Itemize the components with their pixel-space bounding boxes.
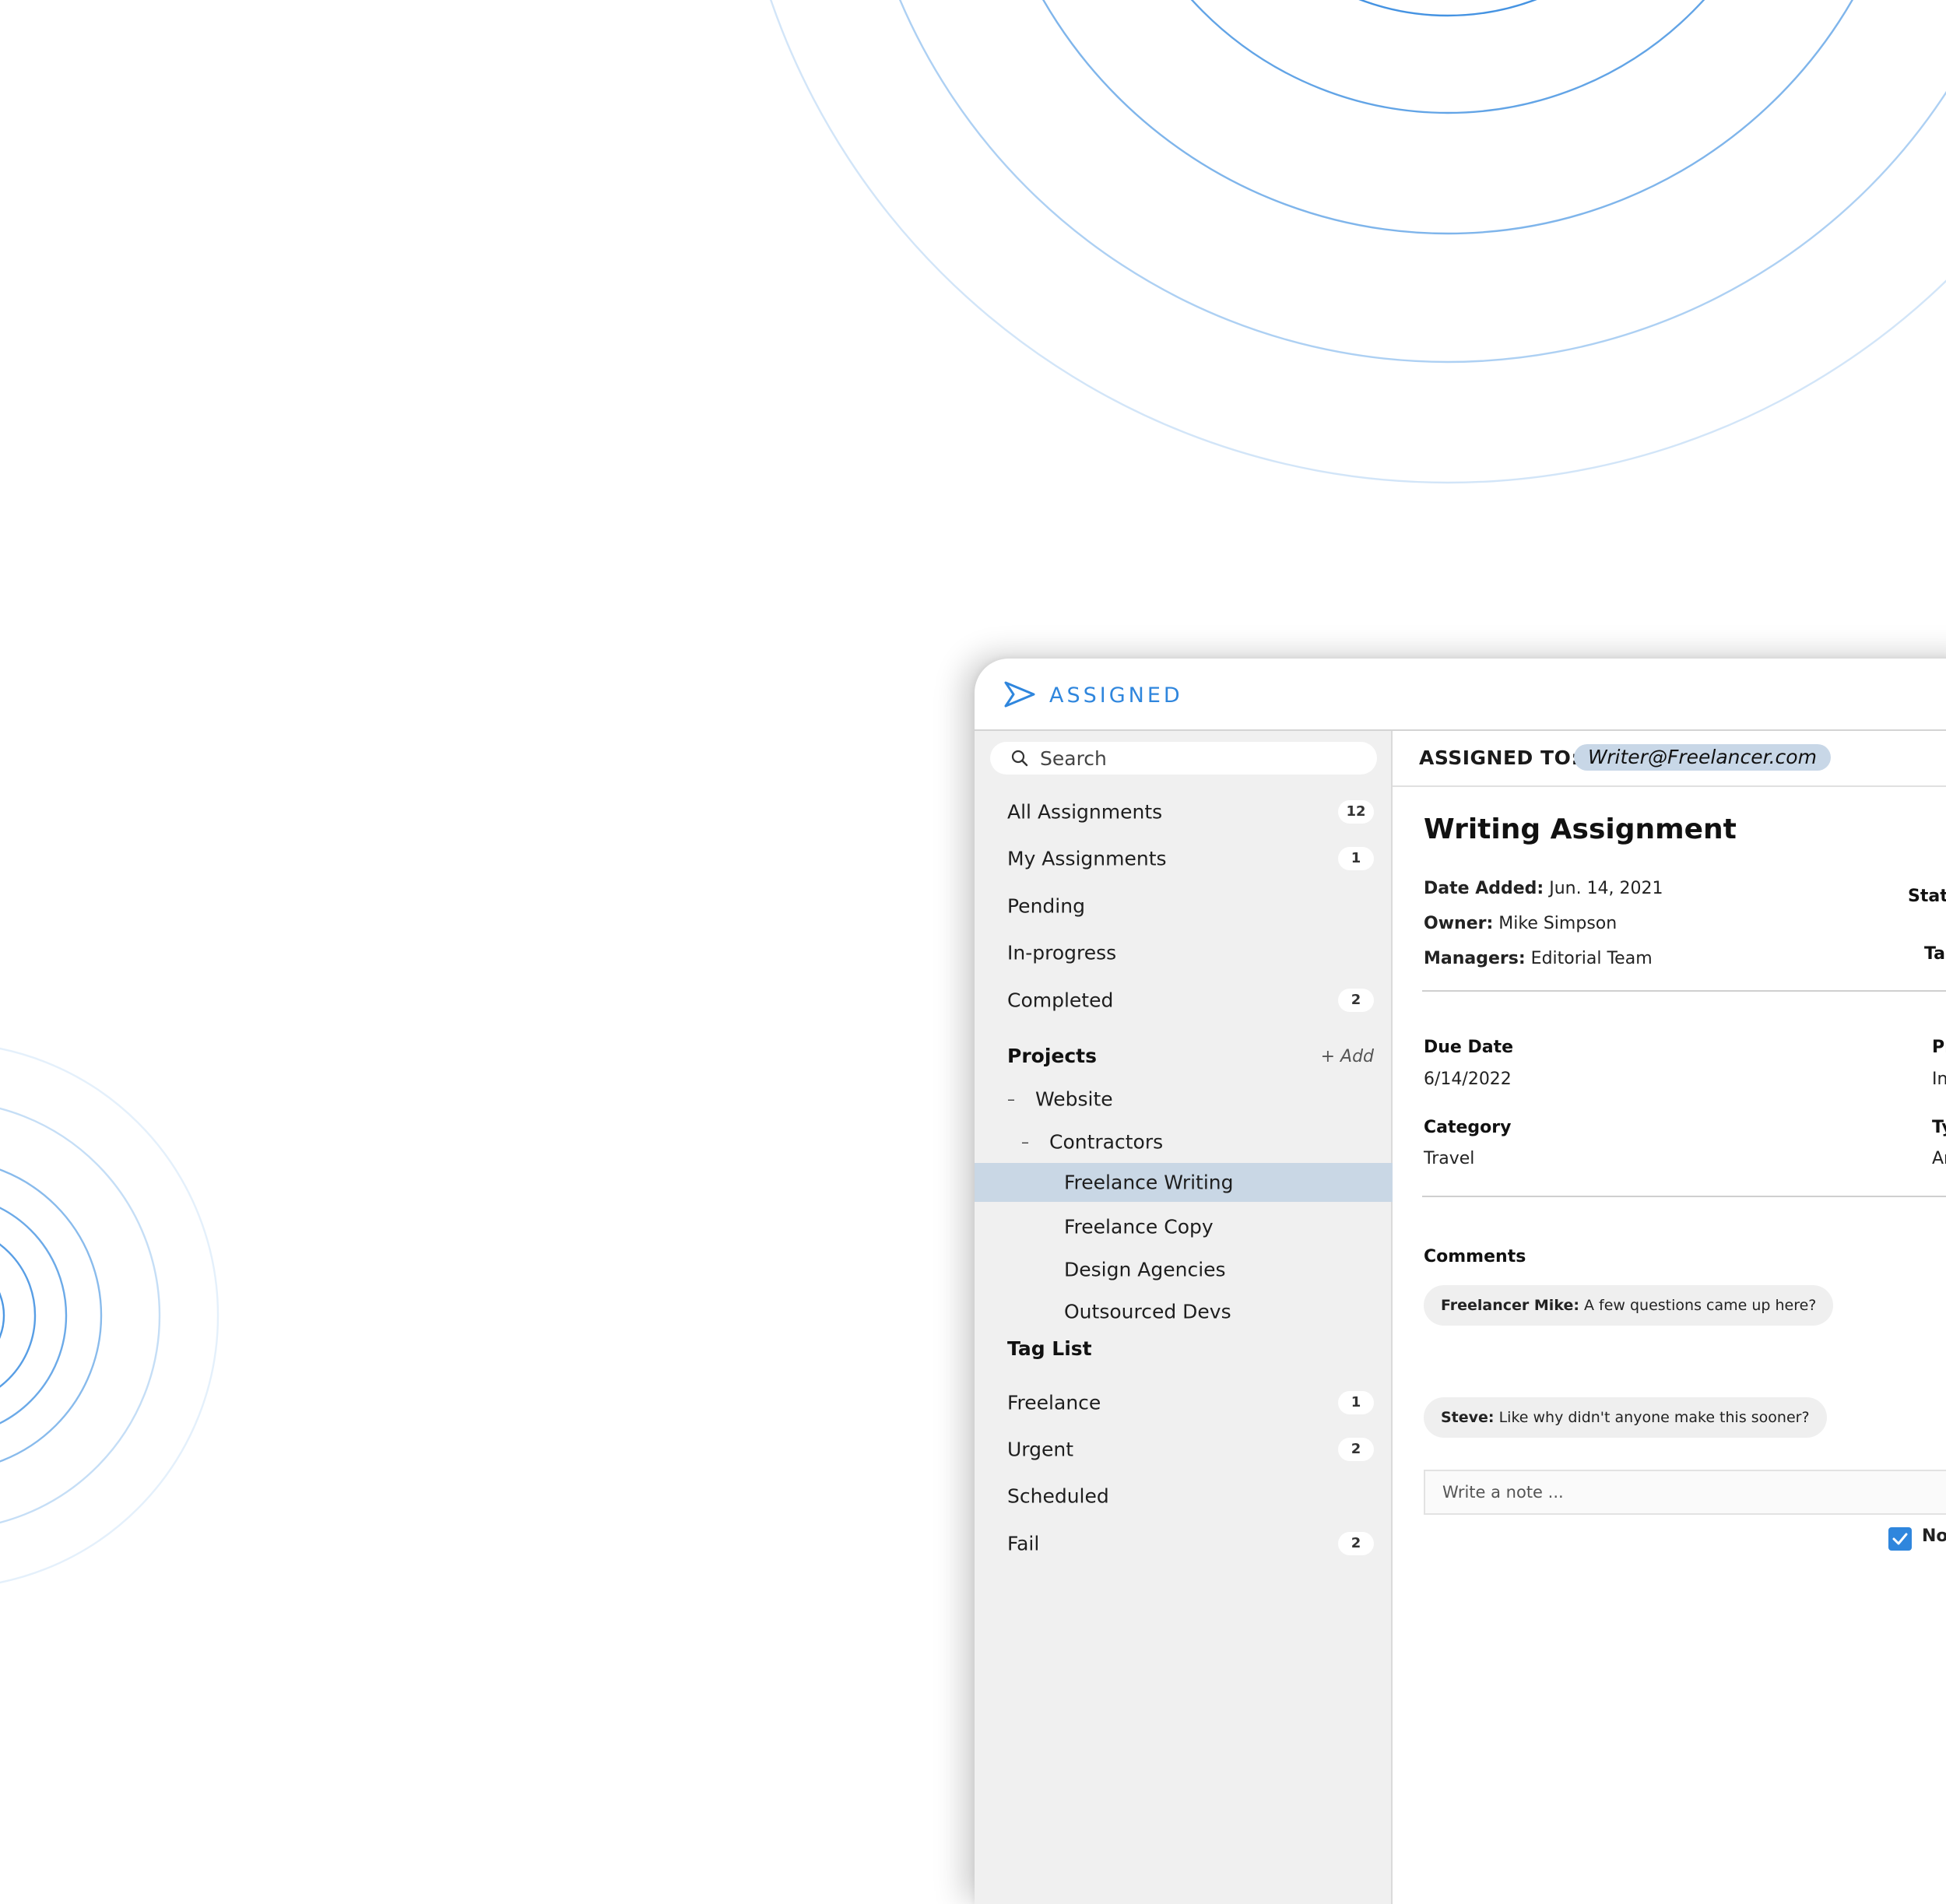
section-divider: [1422, 990, 1946, 992]
assigned-to-label: ASSIGNED TO:: [1419, 746, 1579, 769]
tag-item-scheduled[interactable]: Scheduled: [975, 1477, 1393, 1516]
due-date-value[interactable]: 6/14/2022: [1424, 1070, 1512, 1089]
project-label: Outsourced Devs: [1064, 1300, 1231, 1323]
sidebar-item-label: Completed: [1007, 989, 1114, 1012]
project-item-contractors[interactable]: – Contractors: [975, 1122, 1393, 1161]
sidebar-item-label: Pending: [1007, 894, 1085, 918]
count-badge: 2: [1338, 1532, 1374, 1555]
checkmark-icon: [1892, 1533, 1908, 1545]
project-label: Freelance Writing: [1064, 1171, 1234, 1194]
notify-checkbox[interactable]: [1888, 1527, 1912, 1551]
tag-label: Fail: [1007, 1532, 1040, 1555]
tag-list-heading: Tag List: [1007, 1337, 1092, 1360]
count-badge: 1: [1338, 847, 1374, 870]
comment-bubble: Freelancer Mike: A few questions came up…: [1424, 1285, 1834, 1326]
sidebar-item-pending[interactable]: Pending: [975, 887, 1393, 926]
project-label: Freelance Copy: [1064, 1215, 1214, 1238]
project-item-outsourced-devs[interactable]: Outsourced Devs: [975, 1292, 1393, 1331]
priority-value[interactable]: In: [1932, 1070, 1946, 1089]
owner-value: Mike Simpson: [1498, 914, 1618, 933]
count-badge: 1: [1338, 1391, 1374, 1414]
collapse-icon[interactable]: –: [1007, 1090, 1015, 1108]
collapse-icon[interactable]: –: [1021, 1133, 1029, 1151]
sidebar-item-all-assignments[interactable]: All Assignments 12: [975, 792, 1393, 831]
comment-text: Like why didn't anyone make this sooner?: [1498, 1409, 1810, 1426]
sidebar-item-label: My Assignments: [1007, 847, 1167, 870]
type-label: Ty: [1932, 1118, 1946, 1137]
count-badge: 2: [1338, 1438, 1374, 1461]
project-label: Website: [1035, 1087, 1113, 1111]
date-added-line: Date Added: Jun. 14, 2021: [1424, 879, 1663, 898]
owner-label: Owner:: [1424, 914, 1494, 933]
app-window: ASSIGNED All Assignments 12 My Assignmen…: [975, 659, 1946, 1904]
tag-item-urgent[interactable]: Urgent 2: [975, 1430, 1393, 1469]
comment-author: Steve:: [1441, 1409, 1495, 1426]
comment-author: Freelancer Mike:: [1441, 1297, 1579, 1314]
type-value[interactable]: Ar: [1932, 1149, 1946, 1168]
search-icon: [1011, 750, 1028, 767]
tag-item-fail[interactable]: Fail 2: [975, 1524, 1393, 1563]
tag-label: Freelance: [1007, 1391, 1101, 1414]
category-label: Category: [1424, 1118, 1512, 1137]
date-added-label: Date Added:: [1424, 879, 1544, 898]
comments-heading: Comments: [1424, 1247, 1526, 1266]
app-logo-text: ASSIGNED: [1049, 683, 1183, 708]
comment-bubble: Steve: Like why didn't anyone make this …: [1424, 1397, 1827, 1438]
project-label: Design Agencies: [1064, 1258, 1226, 1281]
assignment-detail-panel: ASSIGNED TO: Writer@Freelancer.com Writi…: [1393, 731, 1946, 1904]
project-label: Contractors: [1049, 1130, 1164, 1154]
date-added-value: Jun. 14, 2021: [1549, 879, 1663, 898]
managers-line: Managers: Editorial Team: [1424, 949, 1653, 968]
sidebar-item-label: All Assignments: [1007, 800, 1163, 824]
owner-line: Owner: Mike Simpson: [1424, 914, 1617, 933]
notify-label: Noti: [1922, 1526, 1946, 1546]
tags-label: Ta: [1924, 944, 1946, 964]
add-project-button[interactable]: + Add: [1321, 1047, 1374, 1066]
project-item-freelance-writing[interactable]: Freelance Writing: [975, 1163, 1393, 1202]
category-value[interactable]: Travel: [1424, 1149, 1474, 1168]
sidebar-item-label: In-progress: [1007, 941, 1117, 964]
search-input[interactable]: [1040, 742, 1367, 775]
sidebar: All Assignments 12 My Assignments 1 Pend…: [975, 731, 1393, 1904]
due-date-label: Due Date: [1424, 1038, 1514, 1057]
managers-label: Managers:: [1424, 949, 1526, 968]
projects-heading: Projects: [1007, 1045, 1098, 1067]
tag-label: Urgent: [1007, 1438, 1074, 1461]
assignment-title: Writing Assignment: [1424, 813, 1737, 845]
app-header: ASSIGNED: [975, 659, 1946, 731]
tag-label: Scheduled: [1007, 1484, 1109, 1508]
status-label: Statu: [1908, 887, 1946, 906]
project-item-website[interactable]: – Website: [975, 1080, 1393, 1119]
project-item-design-agencies[interactable]: Design Agencies: [975, 1250, 1393, 1289]
note-input[interactable]: [1424, 1470, 1946, 1515]
comment-text: A few questions came up here?: [1583, 1297, 1817, 1314]
sidebar-item-completed[interactable]: Completed 2: [975, 981, 1393, 1020]
section-divider: [1422, 1196, 1946, 1197]
assignee-chip[interactable]: Writer@Freelancer.com: [1574, 744, 1831, 771]
sidebar-item-my-assignments[interactable]: My Assignments 1: [975, 839, 1393, 878]
priority-label: Pr: [1932, 1038, 1946, 1057]
count-badge: 12: [1338, 800, 1374, 824]
managers-value: Editorial Team: [1530, 949, 1653, 968]
logo-arrow-icon: [1004, 681, 1035, 708]
count-badge: 2: [1338, 989, 1374, 1012]
tag-item-freelance[interactable]: Freelance 1: [975, 1383, 1393, 1422]
sidebar-item-in-progress[interactable]: In-progress: [975, 933, 1393, 972]
search-box[interactable]: [990, 742, 1377, 775]
assigned-to-bar: ASSIGNED TO: Writer@Freelancer.com: [1393, 731, 1946, 787]
project-item-freelance-copy[interactable]: Freelance Copy: [975, 1207, 1393, 1246]
